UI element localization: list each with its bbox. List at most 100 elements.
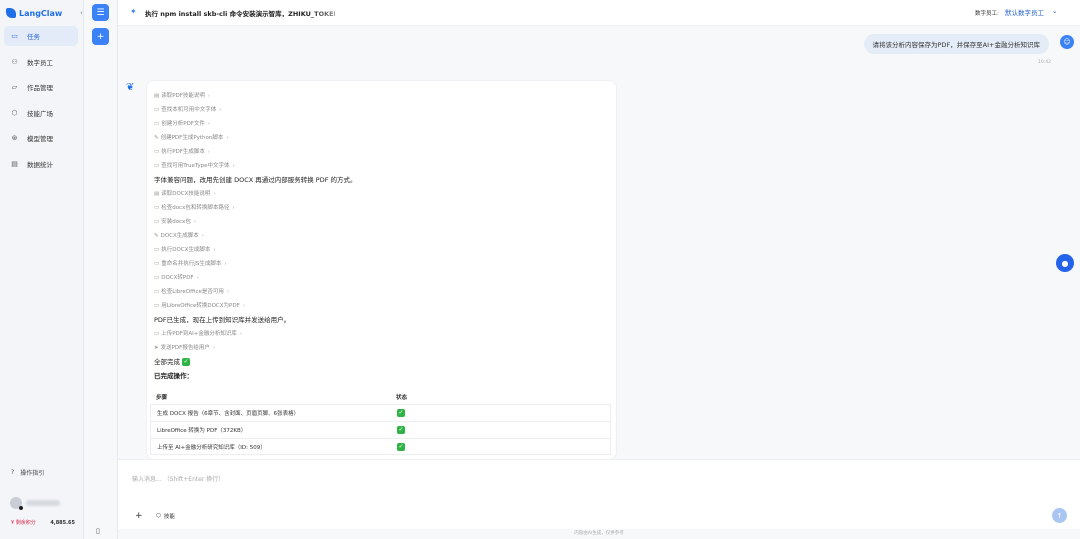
check-mark-icon: ✓: [397, 426, 405, 434]
assistant-paragraph: PDF已生成，现在上传到知识库并发送给用户。: [154, 313, 614, 327]
assistant-paragraph: 字体兼容问题，改用先创建 DOCX 再通过内部服务转换 PDF 的方式。: [154, 173, 614, 187]
footer-disclaimer: 内容由AI生成，仅供参考: [574, 531, 624, 536]
terminal-icon: ▭: [154, 121, 160, 127]
employee-select[interactable]: 默认数字员工 ⌄: [1005, 7, 1057, 17]
tool-step[interactable]: ▭ 检查LibreOffice是否可用 ›: [154, 285, 614, 299]
tool-step[interactable]: ▭ 安装docx包 ›: [154, 215, 614, 229]
sidebar-item-2[interactable]: ▱ 作品管理: [4, 77, 78, 97]
send-icon: ➤: [154, 345, 159, 351]
status-cell: ✓: [397, 409, 597, 417]
folder-icon: ▱: [11, 83, 18, 91]
sidebar-item-4[interactable]: ⊛ 模型管理: [4, 128, 78, 148]
tool-step[interactable]: ▭ 上传PDF到AI+金融分析知识库 ›: [154, 327, 614, 341]
user-profile[interactable]: [10, 497, 60, 510]
floating-chat-button[interactable]: ●: [1056, 254, 1074, 272]
app-logo[interactable]: LangClaw: [6, 6, 62, 20]
title-redaction: [308, 2, 468, 24]
message-input[interactable]: 输入消息... （Shift+Enter 换行）: [132, 474, 224, 483]
sidebar: LangClaw ▭ 任务 ⚇ 数字员工 ▱ 作品管理 ⬡ 技能广场 ⊛ 模型管理 ▤ 数据统计 ? …: [0, 0, 84, 539]
user-message: 请将该分析内容保存为PDF，并保存至AI+金融分析知识库: [863, 34, 1049, 54]
collapse-chevron-icon[interactable]: ‹: [80, 9, 83, 17]
tool-step-label: 用LibreOffice转换DOCX为PDF: [161, 303, 240, 309]
session-list-button[interactable]: ☰: [92, 4, 109, 21]
tool-step-label: 读取DOCX技能说明: [161, 191, 211, 197]
tool-step[interactable]: ▭ 用LibreOffice转换DOCX为PDF ›: [154, 299, 614, 313]
tool-step[interactable]: ▭ 执行PDF生成脚本 ›: [154, 145, 614, 159]
employee-value: 默认数字员工: [1005, 9, 1044, 17]
chevron-right-icon: ›: [193, 219, 197, 225]
tool-step-label: 发送PDF报告给用户: [160, 345, 210, 351]
sidebar-item-3[interactable]: ⬡ 技能广场: [4, 103, 78, 123]
employee-label: 数字员工:: [975, 11, 999, 17]
tool-step-label: 查找可用TrueType中文字体: [161, 163, 230, 169]
terminal-icon: ▭: [154, 261, 160, 267]
panel-toggle-icon[interactable]: ▯: [96, 527, 100, 535]
sidebar-item-0[interactable]: ▭ 任务: [4, 26, 78, 46]
table-row: 上传至 AI+金融分析研究知识库（ID: 509） ✓: [151, 438, 610, 455]
header: ✦ 执行 npm install skb-cli 命令安装演示智库，ZHIKU_…: [118, 0, 1080, 26]
chevron-right-icon: ›: [226, 135, 229, 141]
tool-step[interactable]: ▭ 查找可用TrueType中文字体 ›: [154, 159, 614, 173]
send-button[interactable]: ↑: [1052, 508, 1067, 523]
guide-link[interactable]: ? 操作指引: [4, 464, 44, 480]
chevron-right-icon: ›: [196, 275, 199, 281]
list-icon: ☰: [96, 7, 105, 18]
chevron-right-icon: ›: [232, 163, 235, 169]
terminal-icon: ▭: [154, 275, 160, 281]
tool-step[interactable]: ✎ DOCX生成脚本 ›: [154, 229, 614, 243]
terminal-icon: ▭: [154, 303, 160, 309]
cube-icon: ⬡: [11, 108, 18, 117]
skill-button[interactable]: ⬡ 技能: [156, 512, 175, 520]
tool-step[interactable]: ▤ 读取PDF技能说明 ›: [154, 89, 614, 103]
terminal-icon: ▭: [154, 331, 160, 337]
avatar: [10, 497, 23, 510]
sidebar-item-label: 数据统计: [27, 160, 53, 169]
sidebar-item-label: 任务: [27, 33, 40, 41]
tool-step[interactable]: ▭ 重命名并执行JS生成脚本 ›: [154, 257, 614, 271]
chevron-right-icon: ›: [224, 261, 227, 267]
tool-step-label: 检查docx包和转换脚本路径: [161, 205, 230, 211]
tool-step[interactable]: ➤ 发送PDF报告给用户 ›: [154, 341, 614, 355]
terminal-icon: ▭: [154, 163, 160, 169]
terminal-icon: ▭: [154, 149, 160, 155]
chevron-right-icon: ›: [219, 107, 222, 113]
sidebar-item-1[interactable]: ⚇ 数字员工: [4, 52, 78, 72]
tool-step[interactable]: ▭ DOCX转PDF ›: [154, 271, 614, 285]
tool-step-label: 创建PDF生成Python脚本: [160, 135, 224, 141]
tool-step[interactable]: ▭ 执行DOCX生成脚本 ›: [154, 243, 614, 257]
points-label: 剩余积分: [15, 520, 36, 526]
tool-step[interactable]: ▭ 创建分析PDF文件 ›: [154, 117, 614, 131]
edit-icon: ✎: [154, 233, 159, 239]
terminal-icon: ▭: [154, 219, 160, 225]
chevron-down-icon: ⌄: [1052, 7, 1058, 15]
table-row: 生成 DOCX 报告（6章节、含封面、页眉页脚、6张表格） ✓: [151, 404, 610, 421]
chevron-right-icon: ›: [226, 289, 230, 295]
tool-step-label: 上传PDF到AI+金融分析知识库: [161, 331, 237, 337]
attach-button[interactable]: +: [135, 511, 143, 521]
tool-step[interactable]: ▤ 读取DOCX技能说明 ›: [154, 187, 614, 201]
tool-step[interactable]: ✎ 创建PDF生成Python脚本 ›: [154, 131, 614, 145]
coin-icon: ¥: [11, 520, 15, 526]
check-mark-icon: ✓: [397, 409, 405, 417]
model-icon: ⊛: [11, 134, 18, 142]
bot-avatar-icon: ❦: [126, 82, 135, 93]
tool-step[interactable]: ▭ 查找本机可用中文字体 ›: [154, 103, 614, 117]
tool-step-label: 安装docx包: [161, 219, 191, 225]
help-icon: ?: [11, 468, 15, 476]
check-mark-icon: ✓: [397, 442, 405, 451]
people-icon: ⚇: [11, 57, 18, 66]
step-list: ▤ 读取PDF技能说明 › ▭ 查找本机可用中文字体 › ▭ 创建分析PDF文件 › ✎ 创建PDF…: [154, 89, 614, 383]
chevron-right-icon: ›: [213, 191, 216, 197]
status-cell: ✓: [397, 426, 597, 434]
tool-step-label: DOCX生成脚本: [160, 233, 199, 239]
message-time: 10:42: [1038, 60, 1051, 65]
sidebar-item-label: 模型管理: [27, 135, 53, 143]
sidebar-item-label: 作品管理: [27, 84, 53, 92]
new-task-button[interactable]: +: [92, 28, 109, 45]
tool-step-label: 读取PDF技能说明: [161, 93, 205, 99]
tool-step[interactable]: ▭ 检查docx包和转换脚本路径 ›: [154, 201, 614, 215]
chevron-right-icon: ›: [213, 247, 216, 253]
user-avatar-icon: ☺: [1060, 35, 1074, 49]
sidebar-item-5[interactable]: ▤ 数据统计: [4, 154, 78, 174]
paragraph-text: 已完成操作：: [154, 372, 193, 380]
